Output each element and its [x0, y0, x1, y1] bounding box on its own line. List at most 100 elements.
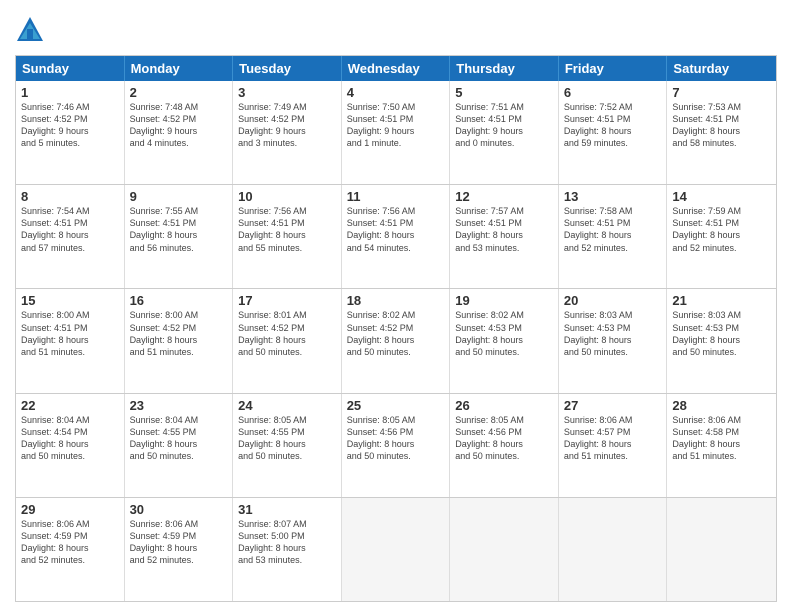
day-number: 21 — [672, 293, 771, 308]
day-number: 5 — [455, 85, 553, 100]
day-number: 1 — [21, 85, 119, 100]
calendar-day: 1Sunrise: 7:46 AM Sunset: 4:52 PM Daylig… — [16, 81, 125, 184]
day-number: 29 — [21, 502, 119, 517]
day-number: 24 — [238, 398, 336, 413]
calendar-day: 9Sunrise: 7:55 AM Sunset: 4:51 PM Daylig… — [125, 185, 234, 288]
day-number: 22 — [21, 398, 119, 413]
day-number: 14 — [672, 189, 771, 204]
day-info: Sunrise: 7:49 AM Sunset: 4:52 PM Dayligh… — [238, 101, 336, 150]
weekday-header: Friday — [559, 56, 668, 81]
calendar-day: 2Sunrise: 7:48 AM Sunset: 4:52 PM Daylig… — [125, 81, 234, 184]
calendar-week: 8Sunrise: 7:54 AM Sunset: 4:51 PM Daylig… — [16, 184, 776, 288]
calendar-day: 12Sunrise: 7:57 AM Sunset: 4:51 PM Dayli… — [450, 185, 559, 288]
calendar-day: 6Sunrise: 7:52 AM Sunset: 4:51 PM Daylig… — [559, 81, 668, 184]
calendar-day: 30Sunrise: 8:06 AM Sunset: 4:59 PM Dayli… — [125, 498, 234, 601]
day-info: Sunrise: 7:59 AM Sunset: 4:51 PM Dayligh… — [672, 205, 771, 254]
day-number: 2 — [130, 85, 228, 100]
calendar-header: SundayMondayTuesdayWednesdayThursdayFrid… — [16, 56, 776, 81]
day-info: Sunrise: 8:03 AM Sunset: 4:53 PM Dayligh… — [564, 309, 662, 358]
calendar-day — [667, 498, 776, 601]
calendar-day: 24Sunrise: 8:05 AM Sunset: 4:55 PM Dayli… — [233, 394, 342, 497]
calendar-day: 29Sunrise: 8:06 AM Sunset: 4:59 PM Dayli… — [16, 498, 125, 601]
day-info: Sunrise: 7:50 AM Sunset: 4:51 PM Dayligh… — [347, 101, 445, 150]
day-number: 9 — [130, 189, 228, 204]
weekday-header: Wednesday — [342, 56, 451, 81]
day-number: 11 — [347, 189, 445, 204]
day-info: Sunrise: 8:05 AM Sunset: 4:55 PM Dayligh… — [238, 414, 336, 463]
calendar-day: 16Sunrise: 8:00 AM Sunset: 4:52 PM Dayli… — [125, 289, 234, 392]
header — [15, 15, 777, 45]
calendar-day: 10Sunrise: 7:56 AM Sunset: 4:51 PM Dayli… — [233, 185, 342, 288]
day-info: Sunrise: 8:04 AM Sunset: 4:55 PM Dayligh… — [130, 414, 228, 463]
day-number: 4 — [347, 85, 445, 100]
weekday-header: Sunday — [16, 56, 125, 81]
calendar-day — [342, 498, 451, 601]
logo-icon — [15, 15, 45, 45]
day-info: Sunrise: 7:57 AM Sunset: 4:51 PM Dayligh… — [455, 205, 553, 254]
day-number: 10 — [238, 189, 336, 204]
day-number: 28 — [672, 398, 771, 413]
day-info: Sunrise: 8:04 AM Sunset: 4:54 PM Dayligh… — [21, 414, 119, 463]
calendar-day — [450, 498, 559, 601]
weekday-header: Monday — [125, 56, 234, 81]
logo — [15, 15, 49, 45]
day-number: 6 — [564, 85, 662, 100]
calendar-day: 14Sunrise: 7:59 AM Sunset: 4:51 PM Dayli… — [667, 185, 776, 288]
day-number: 7 — [672, 85, 771, 100]
calendar-day: 11Sunrise: 7:56 AM Sunset: 4:51 PM Dayli… — [342, 185, 451, 288]
day-info: Sunrise: 7:52 AM Sunset: 4:51 PM Dayligh… — [564, 101, 662, 150]
calendar-day: 28Sunrise: 8:06 AM Sunset: 4:58 PM Dayli… — [667, 394, 776, 497]
calendar-day: 3Sunrise: 7:49 AM Sunset: 4:52 PM Daylig… — [233, 81, 342, 184]
day-number: 26 — [455, 398, 553, 413]
day-number: 25 — [347, 398, 445, 413]
calendar-body: 1Sunrise: 7:46 AM Sunset: 4:52 PM Daylig… — [16, 81, 776, 601]
calendar-day: 27Sunrise: 8:06 AM Sunset: 4:57 PM Dayli… — [559, 394, 668, 497]
calendar-day: 4Sunrise: 7:50 AM Sunset: 4:51 PM Daylig… — [342, 81, 451, 184]
day-number: 3 — [238, 85, 336, 100]
calendar-day: 21Sunrise: 8:03 AM Sunset: 4:53 PM Dayli… — [667, 289, 776, 392]
day-info: Sunrise: 8:07 AM Sunset: 5:00 PM Dayligh… — [238, 518, 336, 567]
day-info: Sunrise: 8:06 AM Sunset: 4:59 PM Dayligh… — [130, 518, 228, 567]
day-number: 23 — [130, 398, 228, 413]
calendar-day: 7Sunrise: 7:53 AM Sunset: 4:51 PM Daylig… — [667, 81, 776, 184]
day-number: 27 — [564, 398, 662, 413]
day-info: Sunrise: 8:05 AM Sunset: 4:56 PM Dayligh… — [347, 414, 445, 463]
day-number: 19 — [455, 293, 553, 308]
day-info: Sunrise: 8:03 AM Sunset: 4:53 PM Dayligh… — [672, 309, 771, 358]
day-info: Sunrise: 8:06 AM Sunset: 4:58 PM Dayligh… — [672, 414, 771, 463]
day-number: 20 — [564, 293, 662, 308]
weekday-header: Tuesday — [233, 56, 342, 81]
calendar-day: 19Sunrise: 8:02 AM Sunset: 4:53 PM Dayli… — [450, 289, 559, 392]
day-number: 18 — [347, 293, 445, 308]
day-info: Sunrise: 7:56 AM Sunset: 4:51 PM Dayligh… — [347, 205, 445, 254]
calendar-week: 29Sunrise: 8:06 AM Sunset: 4:59 PM Dayli… — [16, 497, 776, 601]
day-number: 30 — [130, 502, 228, 517]
day-info: Sunrise: 8:05 AM Sunset: 4:56 PM Dayligh… — [455, 414, 553, 463]
day-info: Sunrise: 8:02 AM Sunset: 4:52 PM Dayligh… — [347, 309, 445, 358]
calendar-day: 22Sunrise: 8:04 AM Sunset: 4:54 PM Dayli… — [16, 394, 125, 497]
calendar-day: 17Sunrise: 8:01 AM Sunset: 4:52 PM Dayli… — [233, 289, 342, 392]
calendar-day: 23Sunrise: 8:04 AM Sunset: 4:55 PM Dayli… — [125, 394, 234, 497]
day-info: Sunrise: 7:51 AM Sunset: 4:51 PM Dayligh… — [455, 101, 553, 150]
calendar-week: 1Sunrise: 7:46 AM Sunset: 4:52 PM Daylig… — [16, 81, 776, 184]
weekday-header: Saturday — [667, 56, 776, 81]
day-info: Sunrise: 8:06 AM Sunset: 4:57 PM Dayligh… — [564, 414, 662, 463]
calendar-day: 26Sunrise: 8:05 AM Sunset: 4:56 PM Dayli… — [450, 394, 559, 497]
page: SundayMondayTuesdayWednesdayThursdayFrid… — [0, 0, 792, 612]
day-info: Sunrise: 8:00 AM Sunset: 4:51 PM Dayligh… — [21, 309, 119, 358]
calendar-day: 18Sunrise: 8:02 AM Sunset: 4:52 PM Dayli… — [342, 289, 451, 392]
calendar-day: 20Sunrise: 8:03 AM Sunset: 4:53 PM Dayli… — [559, 289, 668, 392]
day-info: Sunrise: 7:48 AM Sunset: 4:52 PM Dayligh… — [130, 101, 228, 150]
day-info: Sunrise: 7:56 AM Sunset: 4:51 PM Dayligh… — [238, 205, 336, 254]
day-info: Sunrise: 8:06 AM Sunset: 4:59 PM Dayligh… — [21, 518, 119, 567]
day-info: Sunrise: 8:01 AM Sunset: 4:52 PM Dayligh… — [238, 309, 336, 358]
day-info: Sunrise: 7:46 AM Sunset: 4:52 PM Dayligh… — [21, 101, 119, 150]
day-info: Sunrise: 8:02 AM Sunset: 4:53 PM Dayligh… — [455, 309, 553, 358]
calendar-day: 31Sunrise: 8:07 AM Sunset: 5:00 PM Dayli… — [233, 498, 342, 601]
day-info: Sunrise: 8:00 AM Sunset: 4:52 PM Dayligh… — [130, 309, 228, 358]
day-number: 12 — [455, 189, 553, 204]
day-number: 8 — [21, 189, 119, 204]
calendar-day — [559, 498, 668, 601]
calendar-week: 22Sunrise: 8:04 AM Sunset: 4:54 PM Dayli… — [16, 393, 776, 497]
day-number: 17 — [238, 293, 336, 308]
